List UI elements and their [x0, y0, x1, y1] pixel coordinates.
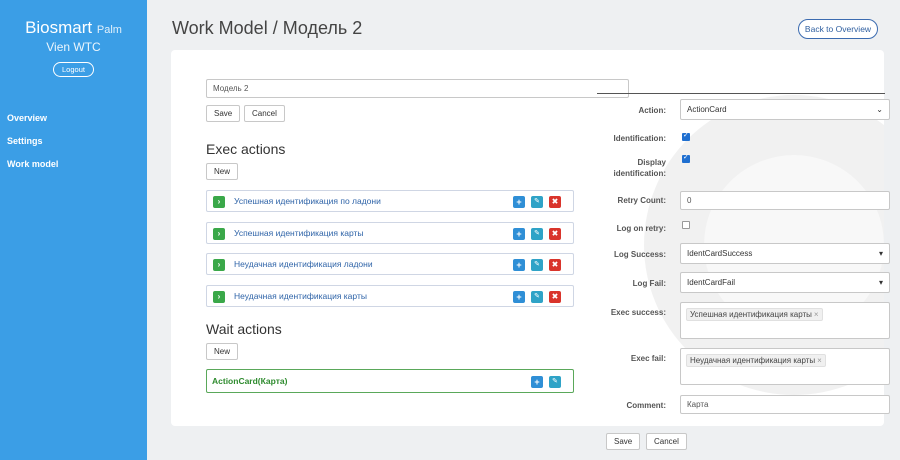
add-icon[interactable]: + [513, 259, 525, 271]
delete-icon[interactable]: ✖ [549, 228, 561, 240]
remove-tag-icon[interactable]: × [814, 310, 819, 319]
edit-icon[interactable]: ✎ [531, 291, 543, 303]
wait-action-row[interactable]: ActionCard(Карта) + ✎ [206, 369, 574, 393]
delete-icon[interactable]: ✖ [549, 196, 561, 208]
log-fail-value: IdentCardFail [687, 278, 736, 287]
sidebar-item-overview[interactable]: Overview [0, 107, 147, 130]
display-identification-label-2: identification: [613, 169, 666, 178]
play-icon[interactable]: › [213, 228, 225, 240]
brand-logo: Biosmart Palm [0, 18, 147, 38]
caret-down-icon: ▾ [878, 278, 883, 287]
action-label: ActionCard(Карта) [212, 376, 288, 386]
logout-button[interactable]: Logout [53, 62, 94, 77]
exec-fail-tag[interactable]: Неудачная идентификация карты × [686, 354, 826, 367]
sidebar-item-settings[interactable]: Settings [0, 130, 147, 153]
brand-name: Biosmart [25, 18, 93, 37]
cancel-model-button[interactable]: Cancel [244, 105, 285, 122]
exec-fail-multiselect[interactable]: Неудачная идентификация карты × [680, 348, 890, 385]
tag-label: Успешная идентификация карты [690, 310, 812, 319]
identification-label: Identification: [613, 134, 666, 143]
tag-label: Неудачная идентификация карты [690, 356, 816, 365]
add-icon[interactable]: + [513, 228, 525, 240]
delete-icon[interactable]: ✖ [549, 259, 561, 271]
brand-sub: Palm [96, 24, 122, 36]
play-icon[interactable]: › [213, 259, 225, 271]
log-success-value: IdentCardSuccess [687, 249, 753, 258]
sidebar: Biosmart Palm Vien WTC Logout Overview S… [0, 0, 147, 460]
action-label: Неудачная идентификация карты [234, 291, 367, 301]
action-label: Неудачная идентификация ладони [234, 259, 373, 269]
retry-count-label: Retry Count: [617, 196, 666, 205]
comment-input[interactable]: Карта [680, 395, 890, 414]
exec-success-label: Exec success: [610, 308, 666, 317]
log-on-retry-label: Log on retry: [616, 224, 666, 233]
edit-icon[interactable]: ✎ [531, 228, 543, 240]
action-label: Успешная идентификация карты [234, 228, 364, 238]
action-label: Action: [638, 106, 666, 115]
exec-success-multiselect[interactable]: Успешная идентификация карты × [680, 302, 890, 339]
sidebar-nav: Overview Settings Work model [0, 107, 147, 176]
display-identification-label-1: Display [637, 158, 666, 167]
wait-actions-title: Wait actions [206, 321, 282, 337]
action-label: Успешная идентификация по ладони [234, 196, 381, 206]
page-title: Work Model / Модель 2 [172, 18, 363, 38]
exec-fail-label: Exec fail: [630, 354, 666, 363]
exec-action-row[interactable]: › Неудачная идентификация ладони + ✎ ✖ [206, 253, 574, 275]
add-icon[interactable]: + [513, 196, 525, 208]
exec-action-row[interactable]: › Успешная идентификация карты + ✎ ✖ [206, 222, 574, 244]
identification-checkbox[interactable] [682, 131, 690, 141]
sidebar-item-work-model[interactable]: Work model [0, 153, 147, 176]
comment-label: Comment: [626, 401, 666, 410]
retry-count-input[interactable]: 0 [680, 191, 890, 210]
add-icon[interactable]: + [531, 376, 543, 388]
exec-actions-title: Exec actions [206, 141, 286, 157]
play-icon[interactable]: › [213, 196, 225, 208]
caret-down-icon: ▾ [878, 249, 883, 258]
save-action-button[interactable]: Save [606, 433, 641, 450]
cancel-action-button[interactable]: Cancel [646, 433, 687, 450]
exec-success-tag[interactable]: Успешная идентификация карты × [686, 308, 823, 321]
log-fail-select[interactable]: IdentCardFail ▾ [680, 272, 890, 293]
delete-icon[interactable]: ✖ [549, 291, 561, 303]
back-to-overview-button[interactable]: Back to Overview [798, 19, 878, 39]
exec-action-row[interactable]: › Успешная идентификация по ладони + ✎ ✖ [206, 190, 574, 212]
chevron-down-icon: ⌄ [876, 105, 883, 114]
remove-tag-icon[interactable]: × [817, 356, 822, 365]
log-on-retry-checkbox[interactable] [682, 221, 690, 229]
log-success-select[interactable]: IdentCardSuccess ▾ [680, 243, 890, 264]
edit-icon[interactable]: ✎ [531, 196, 543, 208]
exec-action-row[interactable]: › Неудачная идентификация карты + ✎ ✖ [206, 285, 574, 307]
new-wait-action-button[interactable]: New [206, 343, 239, 360]
org-name: Vien WTC [46, 40, 101, 54]
new-exec-action-button[interactable]: New [206, 163, 239, 180]
divider [597, 93, 885, 94]
log-success-label: Log Success: [613, 250, 666, 259]
edit-icon[interactable]: ✎ [549, 376, 561, 388]
log-fail-label: Log Fail: [632, 279, 666, 288]
display-identification-checkbox[interactable] [682, 153, 690, 163]
add-icon[interactable]: + [513, 291, 525, 303]
save-model-button[interactable]: Save [206, 105, 241, 122]
action-select[interactable]: ActionCard ⌄ [680, 99, 890, 120]
play-icon[interactable]: › [213, 291, 225, 303]
edit-icon[interactable]: ✎ [531, 259, 543, 271]
brand: Biosmart Palm Vien WTC Logout [0, 0, 147, 77]
action-select-value: ActionCard [687, 105, 727, 114]
model-name-input[interactable] [206, 79, 629, 98]
